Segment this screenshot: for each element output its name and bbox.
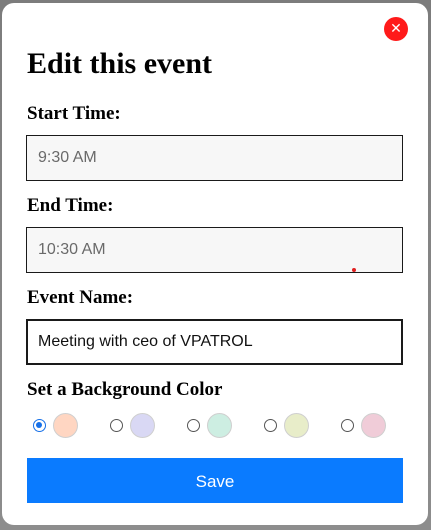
close-button[interactable]: ✕: [384, 17, 408, 41]
color-swatch-2[interactable]: [130, 413, 155, 438]
color-options: [2, 411, 428, 441]
color-radio-4[interactable]: [264, 419, 277, 432]
background-color-label: Set a Background Color: [27, 379, 223, 400]
end-time-input[interactable]: [26, 227, 403, 273]
color-swatch-5[interactable]: [361, 413, 386, 438]
event-name-label: Event Name:: [27, 287, 134, 308]
color-swatch-1[interactable]: [53, 413, 78, 438]
color-radio-1[interactable]: [33, 419, 46, 432]
color-option-3: [187, 411, 247, 441]
color-option-4: [264, 411, 324, 441]
color-option-5: [341, 411, 401, 441]
color-radio-3[interactable]: [187, 419, 200, 432]
close-icon: ✕: [390, 21, 402, 37]
color-radio-5[interactable]: [341, 419, 354, 432]
edit-event-modal: ✕ Edit this event Start Time: End Time: …: [2, 3, 428, 525]
start-time-input[interactable]: [26, 135, 403, 181]
color-option-2: [110, 411, 170, 441]
color-radio-2[interactable]: [110, 419, 123, 432]
event-name-input[interactable]: [26, 319, 403, 365]
start-time-label: Start Time:: [27, 103, 121, 124]
color-option-1: [33, 411, 93, 441]
cursor-dot: [352, 268, 356, 272]
modal-title: Edit this event: [27, 47, 213, 80]
color-swatch-3[interactable]: [207, 413, 232, 438]
color-swatch-4[interactable]: [284, 413, 309, 438]
end-time-label: End Time:: [27, 195, 114, 216]
save-button[interactable]: Save: [27, 458, 403, 503]
